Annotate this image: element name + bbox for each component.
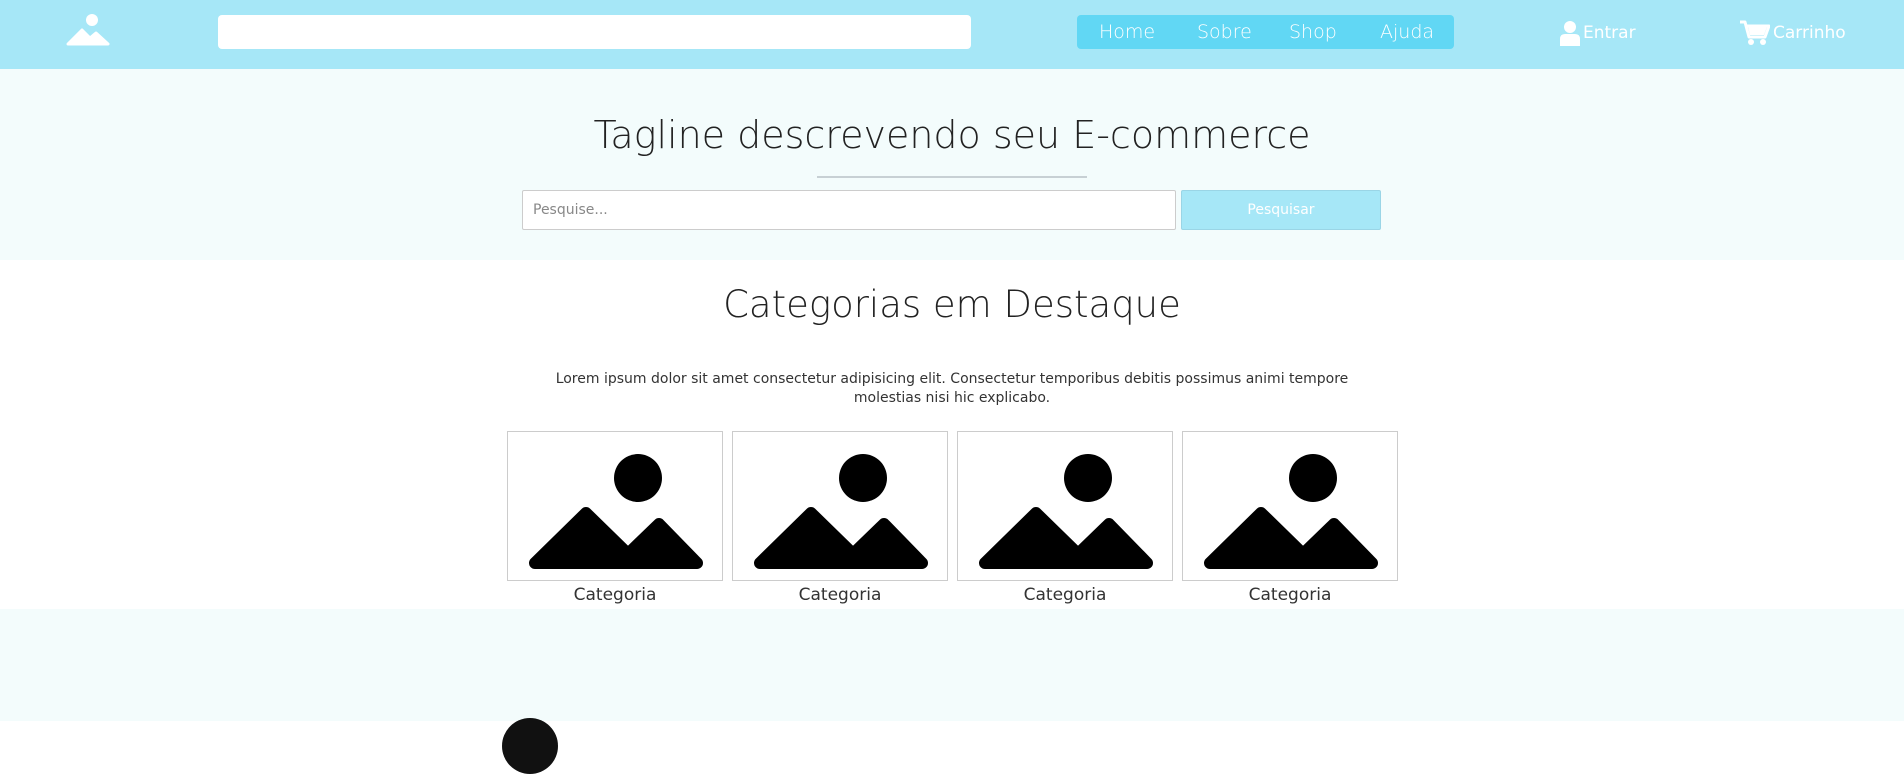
category-label[interactable]: Categoria — [507, 584, 723, 606]
image-placeholder-icon[interactable] — [732, 431, 948, 581]
categories-description: Lorem ipsum dolor sit amet consectetur a… — [555, 371, 1349, 406]
hero-search-input[interactable] — [522, 190, 1176, 230]
category-label[interactable]: Categoria — [957, 584, 1173, 606]
header-search-input[interactable] — [218, 15, 971, 49]
cart-icon — [1740, 20, 1770, 45]
image-placeholder-icon[interactable] — [507, 431, 723, 581]
user-icon — [1560, 21, 1580, 46]
image-placeholder-icon[interactable] — [1182, 431, 1398, 581]
nav-shop-link[interactable]: Shop — [1289, 15, 1337, 49]
cart-link[interactable]: Carrinho — [1740, 18, 1846, 48]
nav-home-link[interactable]: Home — [1099, 15, 1155, 49]
category-card[interactable]: Categoria — [957, 431, 1173, 606]
category-label[interactable]: Categoria — [732, 584, 948, 606]
logo-image-icon[interactable] — [66, 13, 110, 47]
categories-title: Categorias em Destaque — [723, 283, 1181, 326]
nav-ajuda-link[interactable]: Ajuda — [1380, 15, 1434, 49]
top-navbar: Home Sobre Shop Ajuda Entrar Carrinho — [0, 0, 1904, 69]
nav-sobre-link[interactable]: Sobre — [1197, 15, 1252, 49]
login-label: Entrar — [1583, 23, 1636, 43]
main-nav: Home Sobre Shop Ajuda — [1077, 15, 1454, 49]
category-label[interactable]: Categoria — [1182, 584, 1398, 606]
partial-image-icon — [502, 718, 558, 774]
hero-section: Tagline descrevendo seu E-commerce Pesqu… — [0, 69, 1904, 260]
cart-label: Carrinho — [1773, 23, 1846, 43]
category-card[interactable]: Categoria — [1182, 431, 1398, 606]
featured-categories-section: Categorias em Destaque Lorem ipsum dolor… — [0, 260, 1904, 609]
category-card[interactable]: Categoria — [732, 431, 948, 606]
image-placeholder-icon[interactable] — [957, 431, 1173, 581]
login-link[interactable]: Entrar — [1560, 18, 1636, 48]
hero-divider — [817, 176, 1087, 178]
search-button[interactable]: Pesquisar — [1181, 190, 1381, 230]
category-card[interactable]: Categoria — [507, 431, 723, 606]
lower-section — [0, 609, 1904, 774]
hero-tagline: Tagline descrevendo seu E-commerce — [593, 113, 1311, 157]
